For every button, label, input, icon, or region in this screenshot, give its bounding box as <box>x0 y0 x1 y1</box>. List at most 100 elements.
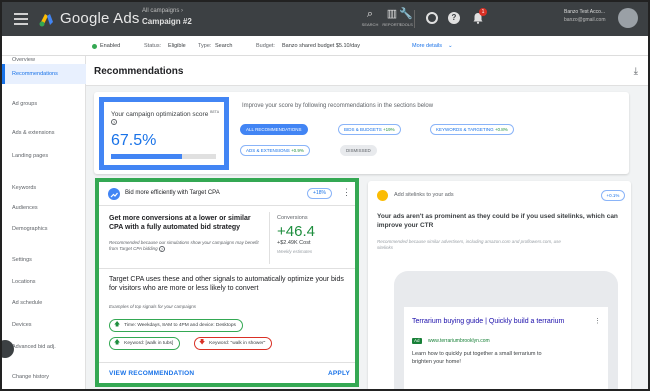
menu-icon[interactable] <box>14 13 28 28</box>
sidebar-item-keywords[interactable]: Keywords <box>2 178 86 198</box>
apply-button[interactable]: APPLY <box>328 370 350 377</box>
sidebar: Overview Recommendations Ad groups Ads &… <box>2 56 86 389</box>
examples-label: Examples of top signals for your campaig… <box>109 304 197 309</box>
chip-ads-extensions[interactable]: ADS & EXTENSIONS +0.9% <box>240 145 310 156</box>
target-cpa-card-header: Bid more efficiently with Target CPA +18… <box>99 182 355 206</box>
more-vert-icon[interactable]: ⋮ <box>594 317 601 325</box>
chevron-down-icon[interactable]: ⌄ <box>448 43 453 49</box>
optimization-score-value: 67.5% <box>111 132 157 149</box>
top-header: Google Ads All campaigns › Campaign #2 ⌕… <box>2 2 648 36</box>
header-divider <box>414 10 415 28</box>
ad-display-url: www.terrariumbrooklyn.com <box>428 338 490 344</box>
app-frame: Google Ads All campaigns › Campaign #2 ⌕… <box>0 0 650 391</box>
beta-badge: BETA <box>210 110 220 114</box>
sidebar-item-recommendations[interactable]: Recommendations <box>2 64 86 84</box>
help-icon[interactable]: ? <box>158 246 165 252</box>
search-icon: ⌕ <box>366 8 374 20</box>
conversions-label: Conversions <box>277 215 308 221</box>
cost-value: +$2.49K Cost <box>277 240 311 246</box>
chip-pct: +19% <box>383 127 395 132</box>
divider <box>99 268 355 269</box>
optimization-score-title: Your campaign optimization score BETA ? <box>111 108 221 127</box>
chip-pct: +0.9% <box>291 148 304 153</box>
ad-headline-link[interactable]: Terrarium buying guide | Quickly build a… <box>412 317 582 326</box>
sidebar-item-ad-schedule[interactable]: Ad schedule <box>2 293 86 313</box>
trending-up-icon <box>108 188 120 200</box>
sidebar-item-ads-extensions[interactable]: Ads & extensions <box>2 123 86 143</box>
chip-keywords-targeting[interactable]: KEYWORDS & TARGETING +0.8% <box>430 124 514 135</box>
help-icon[interactable]: ? <box>448 12 460 24</box>
target-cpa-card: Bid more efficiently with Target CPA +18… <box>95 178 359 387</box>
status-value: Eligible <box>168 43 186 49</box>
search-button[interactable]: ⌕ SEARCH <box>358 8 382 27</box>
download-icon[interactable]: ⤓ <box>634 66 638 77</box>
breadcrumb-current[interactable]: Campaign #2 <box>142 17 192 26</box>
chip-label: DISMISSED <box>346 148 371 153</box>
sidebar-item-locations[interactable]: Locations <box>2 272 86 292</box>
sitelinks-card-title: Add sitelinks to your ads <box>394 192 454 198</box>
sidebar-item-change-history[interactable]: Change history <box>2 367 86 387</box>
campaign-enabled-dropdown[interactable]: Enabled <box>100 43 120 49</box>
phone-preview: Terrarium buying guide | Quickly build a… <box>394 271 618 389</box>
optimization-score-bar-fill <box>111 154 182 159</box>
page-header: Recommendations ⤓ <box>86 56 648 86</box>
chip-label: ADS & EXTENSIONS <box>246 148 290 153</box>
google-ads-logo-icon <box>39 14 53 27</box>
sidebar-item-landing-pages[interactable]: Landing pages <box>2 146 86 166</box>
ad-badge: Ad <box>412 338 422 344</box>
sidebar-item-settings[interactable]: Settings <box>2 250 86 270</box>
chip-all-recommendations[interactable]: ALL RECOMMENDATIONS <box>240 124 308 135</box>
conversions-value: +46.4 <box>277 223 315 240</box>
search-label: SEARCH <box>361 22 379 27</box>
target-cpa-note-text: Recommended because our simulations show… <box>109 240 259 252</box>
arrow-up-icon: 🡅 <box>114 322 121 328</box>
budget-label: Budget: <box>256 43 275 49</box>
more-details-link[interactable]: More details <box>412 43 442 49</box>
optimization-score-bar <box>111 154 216 159</box>
ad-description: Learn how to quickly put together a smal… <box>412 351 542 365</box>
arrow-down-icon: 🡇 <box>199 340 206 346</box>
more-vert-icon[interactable]: ⋮ <box>342 188 351 197</box>
chip-bids-budgets[interactable]: BIDS & BUDGETS +19% <box>338 124 401 135</box>
sidebar-item-devices[interactable]: Devices <box>2 315 86 335</box>
account-email: banzo@gmail.com <box>564 17 606 23</box>
chip-pct: +0.8% <box>494 127 508 132</box>
sidebar-item-demographics[interactable]: Demographics <box>2 219 86 239</box>
view-recommendation-button[interactable]: VIEW RECOMMENDATION <box>109 370 194 377</box>
arrow-up-icon: 🡅 <box>114 340 121 346</box>
chip-label: KEYWORDS & TARGETING <box>436 127 494 132</box>
account-name[interactable]: Banzo Test Acco... <box>564 9 605 15</box>
help-icon[interactable]: ? <box>111 119 117 126</box>
brand-name[interactable]: Google Ads <box>60 10 140 27</box>
chip-label: ALL RECOMMENDATIONS <box>246 127 302 132</box>
enabled-status-icon <box>92 44 97 49</box>
sitelinks-card: Add sitelinks to your ads +0.1% Your ads… <box>368 181 631 389</box>
target-cpa-note: Recommended because our simulations show… <box>109 240 259 252</box>
campaign-status-bar: Enabled Status: Eligible Type: Search Bu… <box>2 36 648 56</box>
signal-chip: 🡅 Keyword: [walk in tubs] <box>109 337 181 350</box>
sitelinks-note: Recommended because similar advertisers,… <box>377 239 561 250</box>
weekly-estimates-label: Weekly estimates <box>277 249 313 254</box>
chip-dismissed[interactable]: DISMISSED <box>340 145 377 156</box>
type-label: Type: <box>198 43 212 49</box>
signal-chip: 🡇 Keyword: "walk in shower" <box>194 337 273 350</box>
signal-chip: 🡅 Time: Weekdays, 8AM to 4PM and device: … <box>109 319 243 332</box>
signal-text: Time: Weekdays, 8AM to 4PM and device: D… <box>124 323 236 328</box>
score-impact-badge: +18% <box>307 188 332 199</box>
sidebar-item-advanced-bid-adj[interactable]: Advanced bid adj. <box>2 337 86 357</box>
sidebar-item-audiences[interactable]: Audiences <box>2 198 86 218</box>
type-value: Search <box>215 43 233 49</box>
budget-value[interactable]: Banzo shared budget $5.10/day <box>282 43 360 49</box>
refresh-icon[interactable] <box>426 12 438 24</box>
optimization-score-box[interactable]: Your campaign optimization score BETA ? … <box>99 97 229 170</box>
divider <box>99 362 355 363</box>
sidebar-item-ad-groups[interactable]: Ad groups <box>2 94 86 114</box>
avatar[interactable] <box>618 8 638 28</box>
optimization-title-text: Your campaign optimization score <box>111 111 209 119</box>
breadcrumb-parent[interactable]: All campaigns › <box>142 8 183 14</box>
divider <box>269 212 270 264</box>
notification-badge: 1 <box>479 8 487 16</box>
status-label: Status: <box>144 43 162 49</box>
signal-text: Keyword: "walk in shower" <box>209 341 266 346</box>
score-impact-badge: +0.1% <box>601 190 625 201</box>
